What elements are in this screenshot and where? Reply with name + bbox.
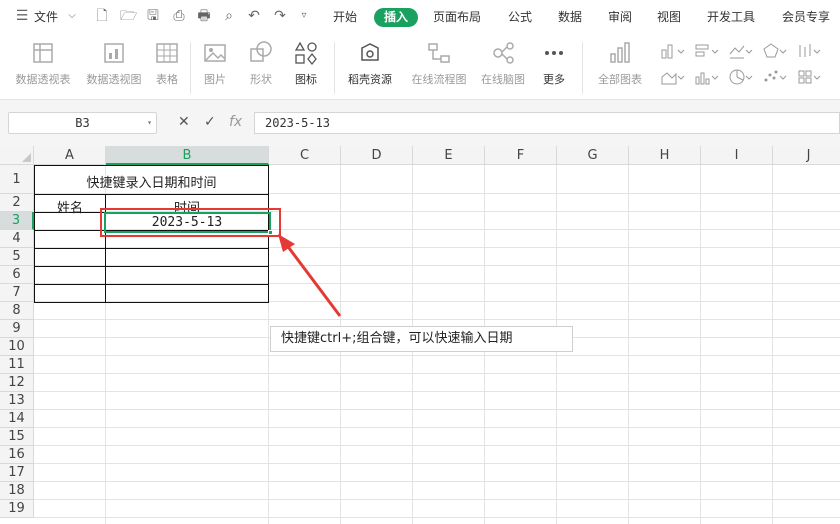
picture-icon <box>204 44 226 62</box>
top-tab-bar: ☰ 文件 ⌵ 🗋 🗁 🖫 ⎙ 🖶 ⌕ ↶ ↷ ▿ 开始 插入 页面布局 公式 数… <box>0 0 840 34</box>
stock-chart-icon[interactable] <box>796 42 822 60</box>
flowchart-icon <box>428 43 450 63</box>
insert-function-icon[interactable]: fx <box>229 114 242 130</box>
picture-label: 图片 <box>204 73 226 86</box>
redo-icon[interactable]: ↷ <box>272 8 288 24</box>
tab-data[interactable]: 数据 <box>558 8 582 25</box>
annotation-arrowhead <box>278 234 295 252</box>
new-document-icon[interactable]: 🗋 <box>94 8 110 24</box>
table-label: 表格 <box>156 73 178 86</box>
ribbon-separator <box>334 42 335 94</box>
tab-formulas[interactable]: 公式 <box>508 8 532 25</box>
pie-chart-icon[interactable] <box>728 68 754 86</box>
print-icon[interactable]: 🖶 <box>196 8 212 24</box>
online-mindmap-label: 在线脑图 <box>481 73 525 86</box>
icon-library-button[interactable]: 图标 <box>288 40 324 87</box>
pivot-chart-button[interactable]: 数据透视图 <box>82 40 146 87</box>
more-button[interactable]: 更多 <box>536 40 572 87</box>
mindmap-icon <box>493 42 514 64</box>
insert-ribbon: 数据透视表 数据透视图 表格 图片 形状 图标 稻壳资源 在线流程图 在线脑图 … <box>0 34 840 100</box>
more-label: 更多 <box>543 73 565 86</box>
pivot-table-label: 数据透视表 <box>15 73 71 86</box>
open-folder-icon[interactable]: 🗁 <box>120 8 137 24</box>
cancel-icon[interactable]: ✕ <box>178 114 190 130</box>
combo-chart-icon[interactable] <box>694 68 720 86</box>
bar-chart-icon[interactable] <box>694 42 720 60</box>
docer-resources-label: 稻壳资源 <box>348 73 392 86</box>
pivot-table-icon <box>33 43 53 63</box>
print-preview-icon[interactable]: ⌕ <box>221 8 237 24</box>
tab-member[interactable]: 会员专享 <box>782 8 830 25</box>
formula-bar: B3 ▾ ✕ ✓ fx 2023-5-13 <box>0 100 840 146</box>
ribbon-separator <box>582 42 583 94</box>
picture-button[interactable]: 图片 <box>198 40 232 87</box>
online-flowchart-button[interactable]: 在线流程图 <box>406 40 472 87</box>
line-chart-icon[interactable] <box>728 42 754 60</box>
annotation-note[interactable]: 快捷键ctrl+;组合键，可以快速输入日期 <box>270 326 573 352</box>
save-icon[interactable]: 🖫 <box>145 8 161 24</box>
ribbon-separator <box>190 42 191 94</box>
all-charts-label: 全部图表 <box>598 73 642 86</box>
file-menu[interactable]: 文件 <box>34 8 58 25</box>
other-chart-icon[interactable] <box>796 68 822 86</box>
pivot-table-button[interactable]: 数据透视表 <box>10 40 76 87</box>
area-chart-icon[interactable] <box>660 68 686 86</box>
tab-review[interactable]: 审阅 <box>608 8 632 25</box>
radar-chart-icon[interactable] <box>762 42 788 60</box>
more-icon <box>545 51 563 55</box>
shape-button[interactable]: 形状 <box>242 40 280 87</box>
confirm-icon[interactable]: ✓ <box>204 114 216 130</box>
online-flowchart-label: 在线流程图 <box>411 73 467 86</box>
pivot-chart-icon <box>104 43 124 63</box>
table-icon <box>156 43 178 63</box>
pivot-chart-label: 数据透视图 <box>86 73 142 86</box>
docer-resources-icon <box>361 43 379 61</box>
chevron-down-icon[interactable]: ▾ <box>147 113 152 133</box>
shape-label: 形状 <box>250 73 272 86</box>
customize-toolbar-icon[interactable]: ▿ <box>296 8 312 24</box>
docer-resources-button[interactable]: 稻壳资源 <box>342 40 398 87</box>
undo-icon[interactable]: ↶ <box>246 8 262 24</box>
annotation-arrow-line <box>284 243 342 317</box>
formula-input[interactable]: 2023-5-13 <box>254 112 840 134</box>
icon-library-icon <box>294 41 317 66</box>
all-charts-icon <box>610 42 630 63</box>
spreadsheet-grid[interactable]: A B C D E F G H I J 1 2 3 4 5 6 7 8 9 10… <box>0 146 840 524</box>
name-box[interactable]: B3 ▾ <box>8 112 157 134</box>
table-button[interactable]: 表格 <box>152 40 182 87</box>
scatter-chart-icon[interactable] <box>762 68 788 86</box>
tab-home[interactable]: 开始 <box>333 8 357 25</box>
hamburger-menu-icon[interactable]: ☰ <box>14 8 30 24</box>
export-icon[interactable]: ⎙ <box>171 8 187 24</box>
tab-view[interactable]: 视图 <box>657 8 681 25</box>
tab-page-layout[interactable]: 页面布局 <box>433 8 481 25</box>
tab-insert[interactable]: 插入 <box>374 8 418 27</box>
icon-library-label: 图标 <box>295 73 317 86</box>
all-charts-button[interactable]: 全部图表 <box>590 40 650 87</box>
column-chart-icon[interactable] <box>660 42 686 60</box>
online-mindmap-button[interactable]: 在线脑图 <box>476 40 530 87</box>
shape-icon <box>250 41 272 62</box>
tab-developer[interactable]: 开发工具 <box>707 8 755 25</box>
name-box-value: B3 <box>75 116 90 130</box>
chevron-down-icon[interactable]: ⌵ <box>64 8 80 24</box>
